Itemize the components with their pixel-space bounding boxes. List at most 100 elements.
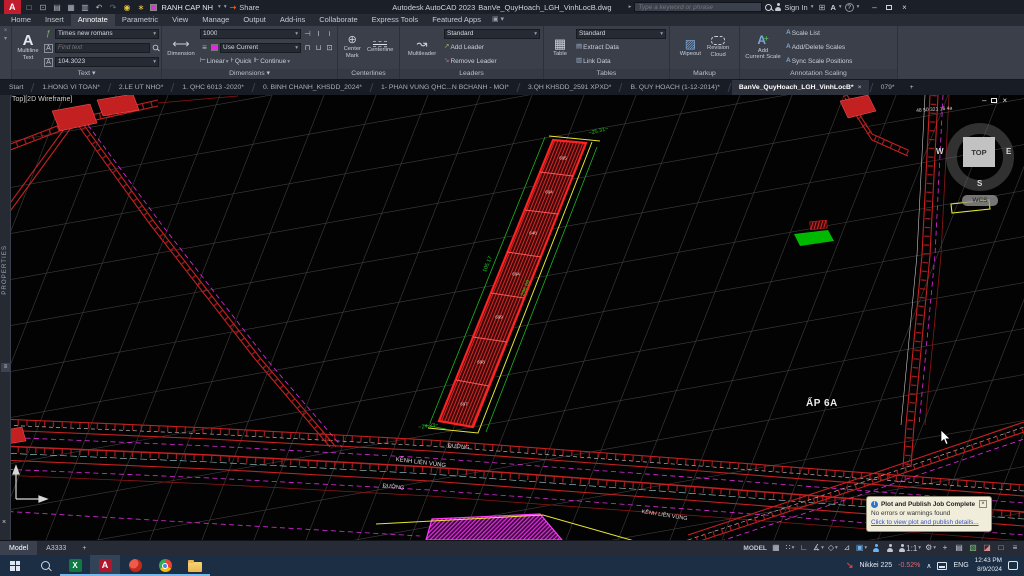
dock-close-icon[interactable]	[4, 28, 8, 34]
text-height-dropdown[interactable]: 104.3023▾	[55, 57, 159, 67]
redo-icon[interactable]: ↷	[108, 3, 119, 12]
taskbar-red-app[interactable]	[120, 555, 150, 576]
stock-ticker-icon[interactable]	[846, 560, 854, 571]
spark-icon[interactable]: ∗	[136, 3, 147, 12]
viewcube-top-face[interactable]: TOP	[963, 137, 995, 167]
notification-close-button[interactable]: ×	[979, 500, 987, 508]
language-indicator[interactable]: ENG	[953, 562, 968, 569]
tab-featured-apps[interactable]: Featured Apps	[425, 14, 488, 26]
start-button[interactable]	[0, 555, 30, 576]
dim-opt3-icon[interactable]	[325, 44, 334, 52]
tab-express-tools[interactable]: Express Tools	[365, 14, 426, 26]
multiline-text-button[interactable]: Multiline Text	[15, 28, 41, 67]
close-button[interactable]: ×	[898, 3, 910, 12]
panel-label-dimensions[interactable]: Dimensions ▾	[162, 69, 337, 79]
dim-opt1-icon[interactable]	[303, 44, 312, 52]
isodraft-icon[interactable]: ▾	[828, 544, 838, 552]
tab-collaborate[interactable]: Collaborate	[312, 14, 364, 26]
workspace-switching-icon[interactable]: ▾	[925, 544, 936, 552]
layout-tab-model[interactable]: Model	[0, 541, 37, 556]
action-center-icon[interactable]	[1008, 561, 1018, 570]
sign-in-button[interactable]: Sign In	[784, 3, 807, 12]
font-dropdown[interactable]: Times new romans▾	[55, 29, 159, 39]
drawing-restore-icon[interactable]	[991, 98, 997, 103]
notification-link[interactable]: Click to view plot and publish details..…	[871, 519, 987, 526]
centerline-button[interactable]: Centerline	[367, 28, 393, 67]
dim-jog-icon[interactable]	[325, 30, 334, 38]
quick-button[interactable]: Quick	[231, 58, 252, 65]
sync-scale-positions-button[interactable]: Sync Scale Positions	[786, 58, 852, 65]
table-style-dropdown[interactable]: Standard▾	[576, 29, 666, 39]
linear-button[interactable]: Linear▾	[200, 58, 229, 65]
new-file-icon[interactable]: □	[24, 3, 35, 12]
drawing-canvas[interactable]: Top][2D Wireframe] PROPERTIES TOP W E S …	[0, 95, 1024, 540]
isolate-objects-icon[interactable]	[982, 544, 992, 552]
search-input[interactable]	[634, 2, 762, 12]
viewcube-south[interactable]: S	[977, 179, 982, 188]
file-tab-active[interactable]: BanVe_QuyHoach_LGH_VinhLocB*×	[732, 80, 869, 95]
taskbar-file-explorer[interactable]	[180, 555, 210, 576]
model-space-button[interactable]: MODEL	[743, 545, 766, 552]
properties-palette-tab[interactable]: PROPERTIES	[0, 95, 11, 540]
bulb-icon[interactable]: ◉	[122, 3, 133, 12]
viewport-controls[interactable]: Top][2D Wireframe]	[12, 96, 72, 103]
autodesk-menu-icon[interactable]: A	[830, 3, 835, 12]
minimize-button[interactable]: –	[868, 3, 880, 12]
panel-label-text[interactable]: Text ▾	[12, 69, 161, 79]
file-tab-4[interactable]: 0. BINH CHANH_KHSDD_2024*	[256, 80, 369, 95]
dim-break-icon[interactable]	[303, 30, 312, 38]
autoscale-icon[interactable]	[885, 544, 895, 552]
tab-insert[interactable]: Insert	[38, 14, 71, 26]
panel-label-tables[interactable]: Tables	[544, 69, 669, 79]
dim-layer-dropdown[interactable]: Use Current▾	[220, 43, 301, 53]
dim-style-dropdown[interactable]: 1000▾	[200, 29, 301, 39]
dim-adjust-icon[interactable]	[314, 30, 323, 38]
find-text-input[interactable]	[55, 43, 150, 53]
remove-leader-button[interactable]: Remove Leader	[444, 58, 497, 65]
tab-home[interactable]: Home	[4, 14, 38, 26]
workspace-dropdown[interactable]: RANH CAP NH	[162, 3, 214, 12]
network-icon[interactable]	[937, 562, 947, 570]
signin-arrow-icon[interactable]: ▾	[811, 4, 814, 10]
panel-label-leaders[interactable]: Leaders	[400, 69, 543, 79]
dimension-button[interactable]: Dimension	[165, 28, 197, 67]
save-icon[interactable]: ▤	[52, 3, 63, 12]
qat-arrow-icon[interactable]: ▾	[224, 4, 227, 10]
wipeout-button[interactable]: Wipeout	[680, 28, 701, 67]
autodesk-arrow-icon[interactable]: ▾	[839, 4, 842, 10]
new-layout-button[interactable]: +	[75, 545, 93, 552]
drawing-close-icon[interactable]: ×	[1002, 96, 1007, 105]
file-tab-5[interactable]: 1- PHAN VUNG QHC...N BCHANH - MOI*	[374, 80, 516, 95]
taskbar-autocad[interactable]	[90, 555, 120, 576]
highlighted-parcel-strip[interactable]	[424, 136, 600, 433]
drawing-minimize-icon[interactable]: –	[982, 96, 986, 105]
grid-display-icon[interactable]	[771, 544, 781, 552]
customization-icon[interactable]	[1010, 544, 1020, 552]
polar-tracking-icon[interactable]: ▾	[813, 544, 824, 552]
panel-label-centerlines[interactable]: Centerlines	[338, 69, 399, 79]
file-tab-1[interactable]: 1.HONG VI TOAN*	[35, 80, 107, 95]
file-tab-6[interactable]: 3.QH KHSDD_2591 XPXD*	[521, 80, 619, 95]
dock-pin-icon[interactable]	[4, 36, 7, 42]
object-snap-icon[interactable]: ▾	[856, 544, 867, 552]
taskbar-excel[interactable]	[60, 555, 90, 576]
annotation-scale-button[interactable]: 1:1▾	[899, 544, 921, 553]
add-current-scale-button[interactable]: A+ Add Current Scale	[743, 28, 783, 67]
tab-annotate[interactable]: Annotate	[71, 14, 115, 26]
hidden-icons-chevron[interactable]	[926, 562, 931, 570]
autocad-logo-icon[interactable]: A	[4, 0, 21, 14]
help-arrow-icon[interactable]: ▾	[857, 4, 860, 10]
help-icon[interactable]: ?	[845, 3, 854, 12]
file-tab-9[interactable]: 079*	[874, 80, 902, 95]
save-as-icon[interactable]: ▦	[66, 3, 77, 12]
file-tab-3[interactable]: 1. QHC 6013 -2020*	[175, 80, 251, 95]
tab-addins[interactable]: Add-ins	[273, 14, 312, 26]
snap-mode-icon[interactable]: ▾	[785, 544, 795, 552]
clean-screen-icon[interactable]	[996, 544, 1006, 552]
search-icon[interactable]	[765, 4, 772, 11]
ribbon-display-options-icon[interactable]: ▣ ▾	[492, 14, 504, 26]
undo-icon[interactable]: ↶	[94, 3, 105, 12]
annotation-monitor-icon[interactable]	[940, 544, 950, 552]
viewcube-east[interactable]: E	[1006, 147, 1011, 156]
clock[interactable]: 12:43 PM 8/9/2024	[975, 557, 1002, 574]
